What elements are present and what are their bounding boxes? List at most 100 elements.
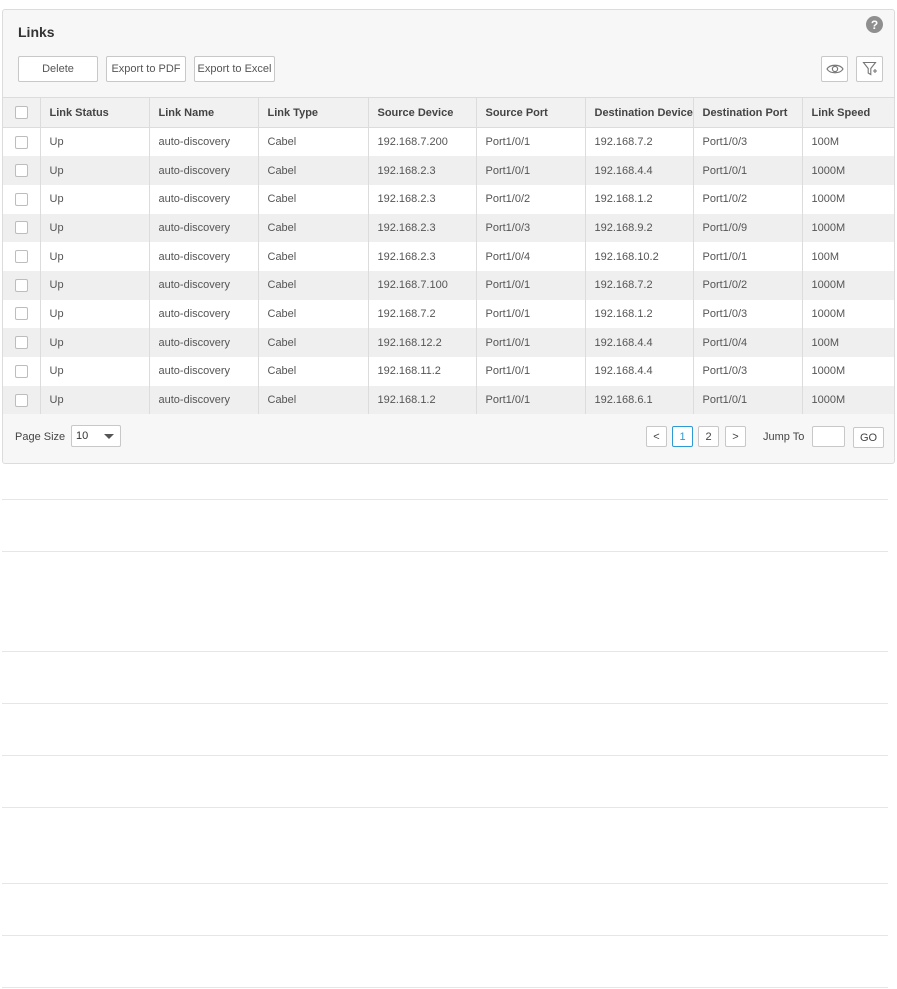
row-select-cell (3, 328, 41, 357)
cell-source-port: Port1/0/1 (476, 299, 586, 329)
jump-to-input[interactable] (812, 426, 845, 447)
cell-link-status: Up (40, 270, 150, 300)
cell-link-speed: 100M (811, 336, 840, 349)
row-checkbox[interactable] (14, 164, 28, 178)
page-size-select[interactable]: 10 (71, 425, 121, 447)
row-checkbox[interactable] (14, 307, 28, 321)
cell-link-speed: 1000M (811, 221, 846, 234)
column-header-link-type[interactable]: Link Type (258, 97, 369, 128)
cell-source-device: 192.168.2.3 (368, 156, 477, 185)
divider (2, 499, 888, 500)
table-row[interactable]: Up auto-discovery Cabel 192.168.2.3 Port1/0/… (3, 242, 894, 271)
table-body: Up auto-discovery Cabel 192.168.7.200 Port1/… (3, 127, 894, 415)
column-header-link-speed[interactable]: Link Speed (802, 97, 894, 128)
column-visibility-button[interactable] (821, 56, 848, 82)
table-row[interactable]: Up auto-discovery Cabel 192.168.2.3 Port1/0/… (3, 213, 894, 243)
help-icon[interactable]: ? (866, 16, 883, 33)
export-excel-button[interactable]: Export to Excel (194, 56, 275, 82)
cell-link-status: Up (40, 213, 150, 243)
cell-source-device: 192.168.11.2 (368, 357, 477, 386)
cell-destination-port: Port1/0/9 (693, 213, 803, 243)
cell-link-name: auto-discovery (149, 242, 259, 271)
column-header-destination-device[interactable]: Destination Device (585, 97, 694, 128)
page-size-value: 10 (76, 430, 89, 442)
table-row[interactable]: Up auto-discovery Cabel 192.168.7.2 Port1/0/… (3, 299, 894, 329)
divider (2, 651, 888, 652)
row-select-cell (3, 299, 41, 329)
cell-link-status: Up (40, 127, 150, 157)
row-checkbox[interactable] (14, 278, 28, 292)
cell-destination-device: 192.168.1.2 (585, 299, 694, 329)
eye-icon (825, 64, 844, 74)
cell-link-speed: 1000M (811, 394, 846, 407)
cell-destination-device: 192.168.7.2 (585, 127, 694, 157)
cell-link-type: Cabel (258, 156, 369, 185)
cell-link-status: Up (40, 156, 150, 185)
column-header-source-port[interactable]: Source Port (476, 97, 586, 128)
cell-source-port: Port1/0/2 (476, 184, 586, 214)
cell-link-status: Up (40, 242, 150, 271)
select-all-checkbox[interactable] (14, 106, 28, 119)
cell-destination-port: Port1/0/2 (693, 184, 803, 214)
delete-button[interactable]: Delete (18, 56, 98, 82)
row-checkbox[interactable] (14, 364, 28, 378)
page-size-label: Page Size (15, 431, 66, 443)
cell-link-status: Up (40, 299, 150, 329)
cell-link-type: Cabel (258, 242, 369, 271)
row-select-cell (3, 213, 41, 243)
cell-link-status: Up (40, 385, 150, 415)
filter-button[interactable] (856, 56, 883, 82)
divider (2, 703, 888, 704)
page-1-button[interactable]: 1 (672, 426, 693, 447)
select-all-cell (3, 97, 41, 128)
cell-source-port: Port1/0/3 (476, 213, 586, 243)
row-select-cell (3, 127, 41, 157)
cell-source-device: 192.168.7.2 (368, 299, 477, 329)
cell-link-speed: 1000M (811, 365, 846, 378)
filter-icon (861, 61, 877, 76)
cell-destination-port: Port1/0/1 (693, 385, 803, 415)
export-pdf-button[interactable]: Export to PDF (106, 56, 186, 82)
table-row[interactable]: Up auto-discovery Cabel 192.168.1.2 Port1/0/… (3, 385, 894, 415)
row-checkbox[interactable] (14, 192, 28, 206)
table-row[interactable]: Up auto-discovery Cabel 192.168.12.2 Port1/0… (3, 328, 894, 357)
column-header-link-status[interactable]: Link Status (40, 97, 150, 128)
cell-link-type: Cabel (258, 385, 369, 415)
row-checkbox[interactable] (14, 221, 28, 235)
cell-source-port: Port1/0/1 (476, 385, 586, 415)
page-2-button[interactable]: 2 (698, 426, 719, 447)
prev-page-button[interactable]: < (646, 426, 667, 447)
cell-link-type: Cabel (258, 213, 369, 243)
table-row[interactable]: Up auto-discovery Cabel 192.168.7.100 Port1/… (3, 270, 894, 300)
row-checkbox[interactable] (14, 336, 28, 350)
cell-link-name: auto-discovery (149, 328, 259, 357)
table-row[interactable]: Up auto-discovery Cabel 192.168.2.3 Port1/0/… (3, 184, 894, 214)
table-row[interactable]: Up auto-discovery Cabel 192.168.11.2 Port1/0… (3, 357, 894, 386)
cell-source-device: 192.168.7.100 (368, 270, 477, 300)
cell-source-device: 192.168.2.3 (368, 242, 477, 271)
cell-destination-device: 192.168.6.1 (585, 385, 694, 415)
column-header-link-name[interactable]: Link Name (149, 97, 259, 128)
cell-destination-port: Port1/0/3 (693, 127, 803, 157)
cell-destination-port: Port1/0/3 (693, 299, 803, 329)
go-button[interactable]: GO (853, 427, 884, 448)
cell-link-name: auto-discovery (149, 270, 259, 300)
cell-destination-port: Port1/0/1 (693, 242, 803, 271)
row-checkbox[interactable] (14, 135, 28, 149)
divider (2, 987, 888, 988)
row-checkbox[interactable] (14, 250, 28, 264)
cell-link-name: auto-discovery (149, 299, 259, 329)
column-header-source-device[interactable]: Source Device (368, 97, 477, 128)
table-row[interactable]: Up auto-discovery Cabel 192.168.7.200 Port1/… (3, 127, 894, 157)
divider (2, 883, 888, 884)
cell-source-device: 192.168.7.200 (368, 127, 477, 157)
divider (2, 935, 888, 936)
cell-link-name: auto-discovery (149, 357, 259, 386)
table-row[interactable]: Up auto-discovery Cabel 192.168.2.3 Port1/0/… (3, 156, 894, 185)
row-checkbox[interactable] (14, 393, 28, 407)
next-page-button[interactable]: > (725, 426, 746, 447)
cell-destination-port: Port1/0/3 (693, 357, 803, 386)
cell-source-device: 192.168.1.2 (368, 385, 477, 415)
cell-link-type: Cabel (258, 127, 369, 157)
column-header-destination-port[interactable]: Destination Port (693, 97, 803, 128)
